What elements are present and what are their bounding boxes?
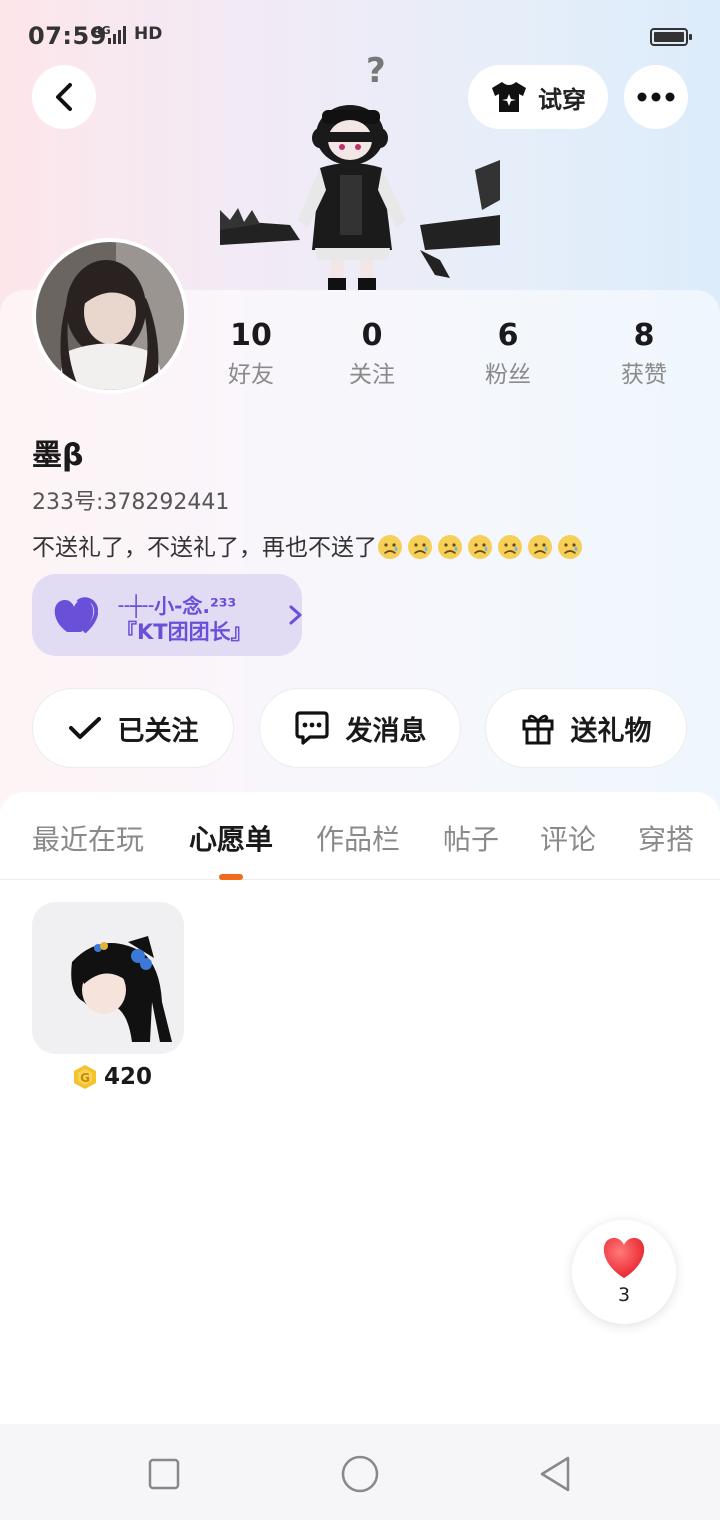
check-icon — [68, 717, 101, 739]
content-panel: 最近在玩 心愿单 作品栏 帖子 评论 穿搭 G 420 — [0, 792, 720, 1432]
like-button[interactable]: 3 — [572, 1220, 676, 1324]
tag-title: 『KT团团长』 — [116, 620, 252, 644]
heart-icon — [603, 1238, 645, 1278]
chevron-left-icon — [56, 83, 72, 111]
sad-face-emoji-icon — [528, 535, 552, 559]
stat-friends[interactable]: 10 好友 — [196, 318, 306, 390]
send-gift-label: 送礼物 — [570, 715, 652, 747]
sad-face-emoji-icon — [498, 535, 522, 559]
wishlist-price: G 420 — [72, 1064, 152, 1090]
more-button[interactable] — [624, 65, 688, 129]
hd-indicator: HD — [134, 24, 163, 44]
followed-label: 已关注 — [117, 715, 199, 747]
stat-likes[interactable]: 8 获赞 — [589, 318, 699, 390]
tab-comments[interactable]: 评论 — [540, 818, 596, 858]
heart-icon — [54, 597, 98, 634]
svg-text:G: G — [80, 1071, 90, 1085]
svg-text:?: ? — [366, 51, 386, 91]
stat-value: 8 — [633, 318, 655, 353]
send-gift-button[interactable]: 送礼物 — [485, 688, 687, 768]
back-nav-icon[interactable] — [536, 1454, 576, 1494]
coin-icon: G — [74, 1065, 96, 1089]
followed-button[interactable]: 已关注 — [32, 688, 234, 768]
tab-works[interactable]: 作品栏 — [316, 818, 400, 858]
tab-bar: 最近在玩 心愿单 作品栏 帖子 评论 穿搭 — [0, 792, 720, 880]
wishlist-item[interactable] — [32, 902, 184, 1054]
sad-face-emoji-icon — [438, 535, 462, 559]
stat-value: 6 — [497, 318, 519, 353]
wishlist-item-image — [32, 902, 184, 1054]
username: 墨β — [32, 438, 84, 473]
tag-name: ╌┼╌小-念.²³³ — [118, 594, 237, 618]
avatar-character-image: ? — [220, 51, 500, 290]
chevron-right-icon — [289, 605, 302, 625]
price-value: 420 — [104, 1064, 153, 1090]
try-on-label: 试穿 — [538, 85, 586, 114]
profile-screen: 07:59 4G HD 试穿 ? 10 好友 0 关注 6 粉丝 8 获赞 墨β… — [0, 0, 720, 1520]
avatar[interactable] — [32, 238, 188, 394]
sad-face-emoji-icon — [558, 535, 582, 559]
battery-icon — [650, 28, 692, 46]
like-count: 3 — [617, 1284, 631, 1306]
stat-fans[interactable]: 6 粉丝 — [453, 318, 563, 390]
stat-value: 10 — [230, 318, 272, 353]
stat-label: 获赞 — [621, 362, 667, 388]
stat-value: 0 — [361, 318, 383, 353]
more-dots-icon — [637, 92, 675, 102]
stat-label: 粉丝 — [485, 362, 531, 388]
stat-following[interactable]: 0 关注 — [317, 318, 427, 390]
tab-wishlist[interactable]: 心愿单 — [189, 818, 273, 858]
group-tag-chip[interactable]: ╌┼╌小-念.²³³ 『KT团团长』 — [32, 574, 302, 656]
home-icon[interactable] — [340, 1454, 380, 1494]
bio-text: 不送礼了，不送礼了，再也不送了 — [32, 535, 377, 561]
stat-label: 好友 — [228, 362, 274, 388]
bio-emojis — [377, 535, 587, 561]
sad-face-emoji-icon — [408, 535, 432, 559]
tab-recently-played[interactable]: 最近在玩 — [32, 818, 144, 858]
signal-icon — [108, 26, 126, 44]
tab-posts[interactable]: 帖子 — [443, 818, 499, 858]
active-tab-indicator — [219, 874, 243, 880]
avatar-photo — [36, 242, 184, 390]
send-message-label: 发消息 — [345, 715, 427, 747]
system-nav-bar — [0, 1424, 720, 1520]
send-message-button[interactable]: 发消息 — [259, 688, 461, 768]
bio: 不送礼了，不送礼了，再也不送了 — [32, 528, 587, 562]
message-icon — [294, 711, 329, 745]
user-id: 233号:378292441 — [32, 490, 230, 515]
back-button[interactable] — [32, 65, 96, 129]
gift-icon — [522, 714, 553, 745]
stat-label: 关注 — [349, 362, 395, 388]
recent-apps-icon[interactable] — [144, 1454, 184, 1494]
sad-face-emoji-icon — [468, 535, 492, 559]
tab-outfits[interactable]: 穿搭 — [638, 818, 694, 858]
sad-face-emoji-icon — [378, 535, 402, 559]
